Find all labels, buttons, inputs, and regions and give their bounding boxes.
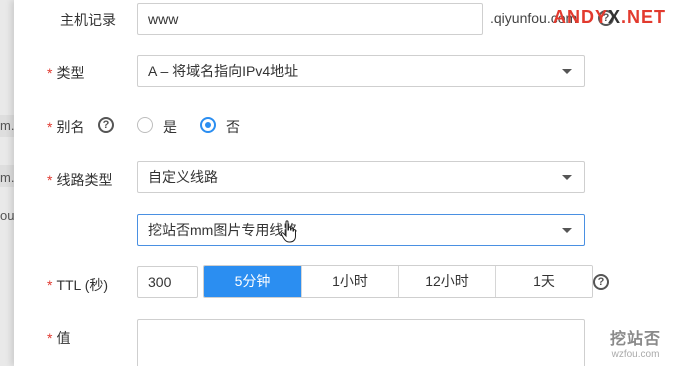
ttl-preset-1hour[interactable]: 1小时 [301,266,398,297]
andyx-watermark: ANDYX.NET [553,7,666,28]
host-record-input[interactable]: www [137,3,483,35]
line-type-value: 自定义线路 [148,169,218,185]
chevron-down-icon [562,69,572,74]
wzfou-watermark: 挖站否 wzfou.com [610,325,661,360]
wzfou-watermark-title: 挖站否 [610,331,662,348]
chevron-down-icon [562,175,572,180]
ttl-preset-group: 5分钟 1小时 12小时 1天 [203,265,593,298]
chevron-down-icon [562,228,572,233]
background-row-text: m. [0,118,14,133]
host-record-label: 主机记录 [60,12,116,28]
value-label: * 值 [47,328,70,348]
alias-yes-radio[interactable] [137,117,153,133]
background-page-strip: m. m. ou. [0,0,14,366]
ttl-input[interactable]: 300 [137,266,198,298]
ttl-preset-12hour[interactable]: 12小时 [398,266,495,297]
custom-line-value: 挖站否mm图片专用线路 [148,222,298,238]
record-type-select[interactable]: A – 将域名指向IPv4地址 [137,55,585,87]
required-mark: * [47,277,53,293]
ttl-preset-5min[interactable]: 5分钟 [204,266,301,297]
required-mark: * [47,172,53,188]
line-type-select[interactable]: 自定义线路 [137,161,585,193]
required-mark: * [47,65,53,81]
required-mark: * [47,119,53,135]
line-type-label-text: 线路类型 [56,172,113,188]
value-label-text: 值 [56,330,71,346]
custom-line-select[interactable]: 挖站否mm图片专用线路 [137,214,585,246]
watermark-part1: ANDY [553,7,609,27]
hand-pointer-icon [280,220,296,243]
ttl-label-text: TTL (秒) [56,277,109,293]
background-row-text: ou. [0,208,14,223]
record-type-value: A – 将域名指向IPv4地址 [148,63,299,79]
alias-help-icon[interactable]: ? [98,117,114,133]
watermark-part2: X [608,7,622,27]
ttl-label: * TTL (秒) [47,275,108,295]
background-row-text: m. [0,170,14,185]
type-label-text: 类型 [56,65,85,81]
line-type-label: * 线路类型 [47,170,112,190]
alias-no-label[interactable]: 否 [226,117,240,137]
watermark-part3: .NET [621,7,667,27]
wzfou-watermark-url: wzfou.com [611,349,660,360]
required-mark: * [47,330,53,346]
alias-label: * 别名 [47,117,84,137]
record-value-textarea[interactable] [137,319,585,366]
alias-yes-label[interactable]: 是 [163,117,177,137]
alias-label-text: 别名 [56,119,85,135]
type-label: * 类型 [47,63,84,83]
alias-no-radio[interactable] [200,117,216,133]
ttl-help-icon[interactable]: ? [593,274,609,290]
ttl-preset-1day[interactable]: 1天 [495,266,592,297]
